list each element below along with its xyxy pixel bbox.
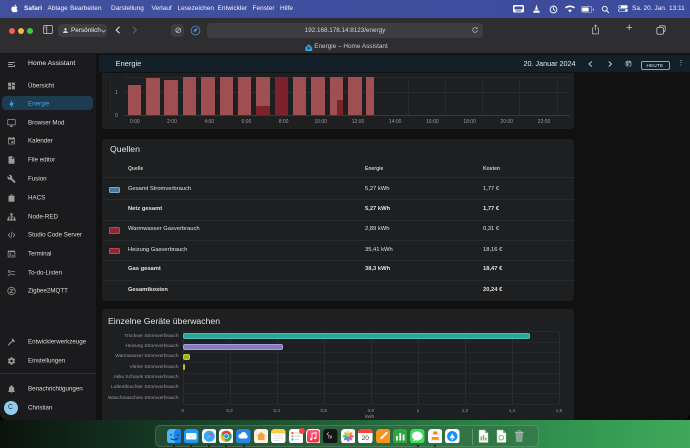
svg-text:tv: tv (329, 434, 333, 440)
svg-text:20: 20 (362, 435, 370, 442)
